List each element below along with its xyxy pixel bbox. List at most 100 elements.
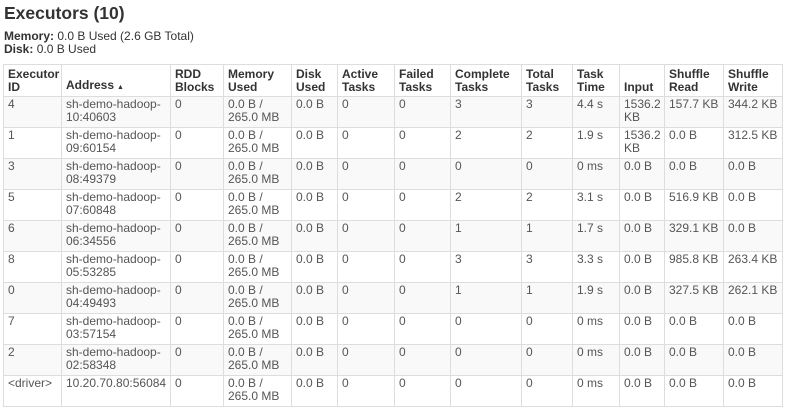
cell-rdd-blocks: 0 [170,220,224,252]
cell-input: 1536.2 KB [619,96,665,128]
cell-address: sh-demo-hadoop-06:34556 [61,220,171,252]
cell-executor-id: 1 [3,127,62,159]
cell-task-time: 0 ms [572,344,620,376]
cell-complete-tasks: 1 [450,220,522,252]
cell-memory-used: 0.0 B / 265.0 MB [223,375,292,407]
cell-memory-used: 0.0 B / 265.0 MB [223,189,292,221]
cell-shuffle-write: 312.5 KB [723,127,783,159]
cell-disk-used: 0.0 B [291,313,338,345]
cell-executor-id: 2 [3,344,62,376]
cell-disk-used: 0.0 B [291,127,338,159]
column-header-memory-used[interactable]: Memory Used [223,64,292,97]
cell-input: 0.0 B [619,189,665,221]
column-header-label: Total Tasks [526,67,560,94]
column-header-address[interactable]: Address ▲ [61,64,171,97]
cell-disk-used: 0.0 B [291,251,338,283]
column-header-total-tasks[interactable]: Total Tasks [521,64,573,97]
cell-rdd-blocks: 0 [170,158,224,190]
cell-total-tasks: 0 [521,158,573,190]
cell-active-tasks: 0 [337,344,395,376]
cell-active-tasks: 0 [337,313,395,345]
column-header-disk-used[interactable]: Disk Used [291,64,338,97]
column-header-label: Memory Used [228,67,275,94]
cell-executor-id: 0 [3,282,62,314]
column-header-label: Address [66,78,115,92]
column-header-rdd-blocks[interactable]: RDD Blocks [170,64,224,97]
cell-executor-id: 6 [3,220,62,252]
cell-active-tasks: 0 [337,127,395,159]
memory-label: Memory: [4,29,55,43]
cell-shuffle-read: 0.0 B [664,375,724,407]
column-header-shuffle-write[interactable]: Shuffle Write [723,64,783,97]
column-header-executor-id[interactable]: Executor ID [3,64,62,97]
cell-total-tasks: 2 [521,189,573,221]
cell-address: sh-demo-hadoop-02:58348 [61,344,171,376]
cell-shuffle-write: 262.1 KB [723,282,783,314]
cell-disk-used: 0.0 B [291,375,338,407]
cell-total-tasks: 3 [521,96,573,128]
cell-active-tasks: 0 [337,220,395,252]
cell-shuffle-read: 329.1 KB [664,220,724,252]
sort-ascending-icon: ▲ [117,84,124,91]
cell-executor-id: 8 [3,251,62,283]
cell-input: 0.0 B [619,251,665,283]
table-row: <driver> 10.20.70.80:56084 0 0.0 B / 265.0 … [3,375,783,407]
cell-address: sh-demo-hadoop-10:40603 [61,96,171,128]
column-header-active-tasks[interactable]: Active Tasks [337,64,395,97]
disk-value: 0.0 B Used [36,42,97,56]
column-header-task-time[interactable]: Task Time [572,64,620,97]
table-row: 1 sh-demo-hadoop-09:60154 0 0.0 B / 265.0 M… [3,127,783,159]
cell-failed-tasks: 0 [394,282,451,314]
cell-task-time: 3.3 s [572,251,620,283]
table-row: 4 sh-demo-hadoop-10:40603 0 0.0 B / 265.0 M… [3,96,783,128]
cell-memory-used: 0.0 B / 265.0 MB [223,344,292,376]
memory-value: 0.0 B Used (2.6 GB Total) [57,29,194,43]
cell-shuffle-read: 327.5 KB [664,282,724,314]
cell-shuffle-read: 0.0 B [664,313,724,345]
cell-task-time: 0 ms [572,313,620,345]
cell-total-tasks: 0 [521,313,573,345]
table-row: 2 sh-demo-hadoop-02:58348 0 0.0 B / 265.0 M… [3,344,783,376]
cell-total-tasks: 1 [521,220,573,252]
column-header-label: Complete Tasks [455,67,510,94]
cell-executor-id: 5 [3,189,62,221]
column-header-label: Input [624,80,654,94]
column-header-complete-tasks[interactable]: Complete Tasks [450,64,522,97]
column-header-shuffle-read[interactable]: Shuffle Read [664,64,724,97]
cell-disk-used: 0.0 B [291,282,338,314]
column-header-label: Executor ID [8,67,60,94]
cell-complete-tasks: 0 [450,344,522,376]
cell-address: sh-demo-hadoop-08:49379 [61,158,171,190]
cell-shuffle-write: 344.2 KB [723,96,783,128]
cell-executor-id: <driver> [3,375,62,407]
cell-rdd-blocks: 0 [170,127,224,159]
cell-total-tasks: 1 [521,282,573,314]
cell-complete-tasks: 0 [450,158,522,190]
cell-total-tasks: 2 [521,127,573,159]
column-header-failed-tasks[interactable]: Failed Tasks [394,64,451,97]
cell-complete-tasks: 2 [450,189,522,221]
column-header-label: Shuffle Write [728,67,769,94]
cell-shuffle-read: 985.8 KB [664,251,724,283]
cell-input: 0.0 B [619,220,665,252]
column-header-label: Failed Tasks [399,67,434,94]
cell-address: sh-demo-hadoop-09:60154 [61,127,171,159]
table-header-row: Executor ID Address ▲ RDD Blocks Memory Used… [3,64,783,97]
cell-shuffle-write: 0.0 B [723,158,783,190]
cell-disk-used: 0.0 B [291,344,338,376]
column-header-label: Shuffle Read [669,67,710,94]
cell-active-tasks: 0 [337,158,395,190]
disk-summary: Disk: 0.0 B Used [4,43,194,56]
table-row: 0 sh-demo-hadoop-04:49493 0 0.0 B / 265.0 M… [3,282,783,314]
cell-complete-tasks: 3 [450,96,522,128]
cell-executor-id: 7 [3,313,62,345]
cell-shuffle-write: 0.0 B [723,313,783,345]
cell-task-time: 0 ms [572,375,620,407]
column-header-input[interactable]: Input [619,64,665,97]
cell-input: 0.0 B [619,344,665,376]
cell-task-time: 0 ms [572,158,620,190]
cell-rdd-blocks: 0 [170,251,224,283]
cell-address: sh-demo-hadoop-03:57154 [61,313,171,345]
cell-task-time: 3.1 s [572,189,620,221]
table-body: 4 sh-demo-hadoop-10:40603 0 0.0 B / 265.0 M… [3,96,783,407]
